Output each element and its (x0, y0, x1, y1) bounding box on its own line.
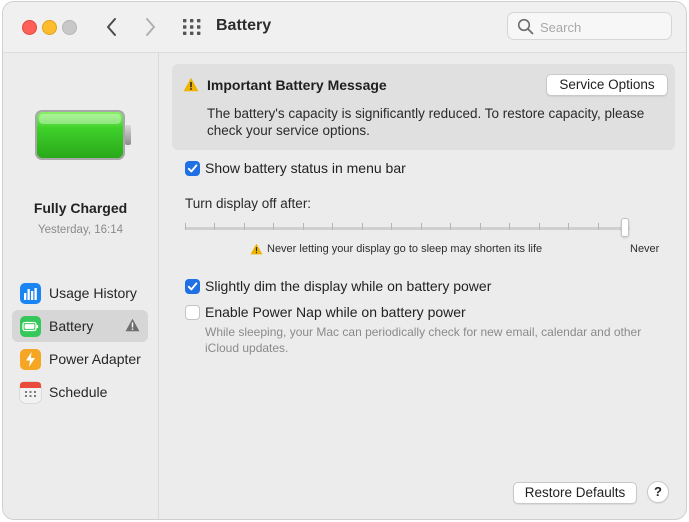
title-bar: Battery (3, 2, 686, 53)
charge-status: Fully Charged (33, 200, 128, 216)
sidebar-item-label: Usage History (49, 285, 137, 301)
slider-thumb[interactable] (621, 218, 629, 237)
zoom-window-button[interactable] (62, 20, 77, 35)
calendar-icon (20, 382, 41, 403)
slider-tick (362, 223, 363, 230)
warning-icon (250, 243, 263, 255)
power-nap-checkbox[interactable] (185, 305, 200, 320)
slider-tick (273, 223, 274, 230)
bar-chart-icon (20, 283, 41, 304)
battery-icon (20, 316, 41, 337)
sleep-warning-text: Never letting your display go to sleep m… (267, 243, 543, 255)
show-all-button[interactable] (181, 17, 203, 37)
sidebar-item-battery[interactable]: Battery (12, 310, 148, 342)
power-nap-description: While sleeping, your Mac can periodicall… (205, 325, 642, 355)
last-charged-time: Yesterday, 16:14 (37, 224, 124, 236)
window-title: Battery (216, 17, 272, 34)
slider-tick (244, 223, 245, 230)
sidebar-item-schedule[interactable]: Schedule (12, 376, 148, 408)
sidebar-item-label: Power Adapter (49, 351, 141, 367)
restore-defaults-button[interactable]: Restore Defaults (513, 482, 637, 504)
slider-tick (509, 223, 510, 230)
slider-tick (214, 223, 215, 230)
slider-tick (391, 223, 392, 230)
sidebar-item-usage-history[interactable]: Usage History (12, 277, 148, 309)
slider-track[interactable] (185, 227, 630, 230)
back-button[interactable] (101, 15, 123, 39)
warning-icon (183, 77, 199, 92)
dim-display-label: Slightly dim the display while on batter… (205, 278, 492, 294)
message-body: The battery's capacity is significantly … (207, 106, 645, 138)
slider-tick (185, 223, 186, 230)
slider-tick (539, 223, 540, 230)
service-options-button[interactable]: Service Options (546, 74, 668, 96)
show-status-label: Show battery status in menu bar (205, 160, 406, 176)
search-input[interactable] (538, 17, 667, 37)
chevron-left-icon (107, 18, 116, 36)
sidebar-item-label: Battery (49, 318, 94, 334)
slider-tick (303, 223, 304, 230)
slider-tick (480, 223, 481, 230)
lightning-icon (20, 349, 41, 370)
battery-graphic (35, 110, 131, 160)
chevron-right-icon (146, 18, 155, 36)
sidebar-item-label: Schedule (49, 384, 108, 400)
forward-button[interactable] (139, 15, 161, 39)
battery-message-box: Important Battery Message Service Option… (172, 64, 675, 150)
help-button[interactable]: ? (647, 481, 669, 503)
slider-tick (568, 223, 569, 230)
warning-icon (125, 318, 140, 332)
search-icon (517, 18, 534, 35)
preferences-window: Battery Search Fully Charged Yesterday, … (3, 2, 686, 519)
message-title: Important Battery Message (207, 77, 387, 93)
grid-icon (183, 19, 201, 35)
show-status-checkbox[interactable] (185, 161, 200, 176)
display-off-label: Turn display off after: (185, 196, 312, 211)
checkmark-icon (187, 282, 198, 291)
main-content: Important Battery Message Service Option… (159, 53, 686, 519)
slider-tick (421, 223, 422, 230)
checkmark-icon (187, 164, 198, 173)
slider-tick (598, 223, 599, 230)
slider-tick (450, 223, 451, 230)
close-window-button[interactable] (22, 20, 37, 35)
search-field[interactable] (507, 12, 672, 40)
power-nap-label: Enable Power Nap while on battery power (205, 304, 466, 320)
sidebar: Fully Charged Yesterday, 16:14 Usage His… (3, 53, 159, 519)
minimize-window-button[interactable] (42, 20, 57, 35)
sidebar-item-power-adapter[interactable]: Power Adapter (12, 343, 148, 375)
dim-display-checkbox[interactable] (185, 279, 200, 294)
slider-tick (332, 223, 333, 230)
slider-end-label: Never (630, 243, 660, 255)
